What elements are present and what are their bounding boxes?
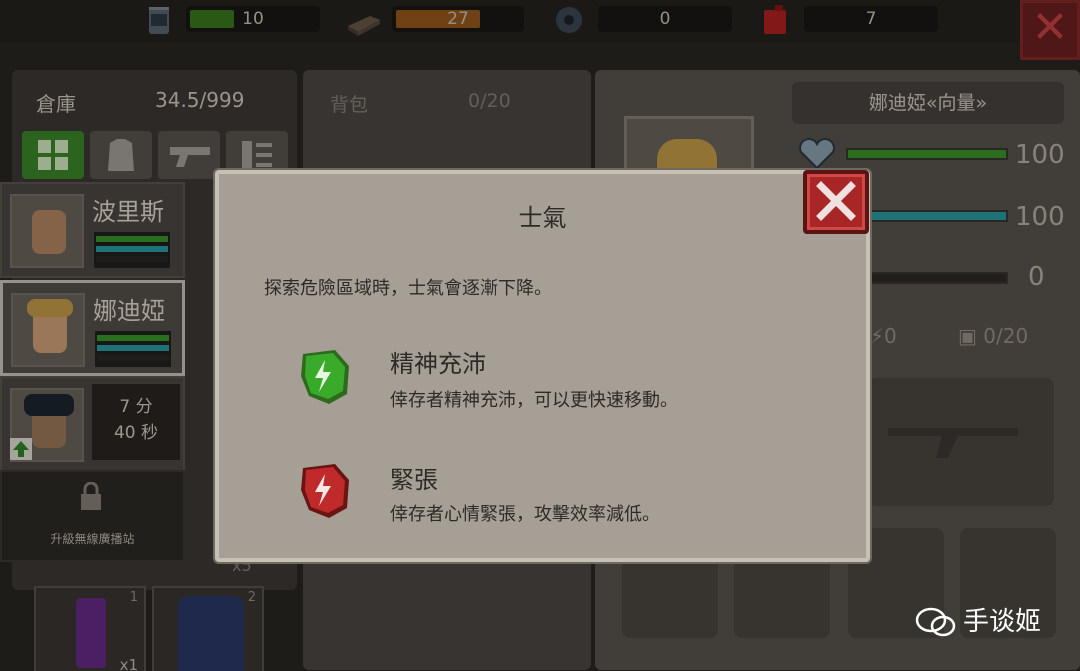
state-desc-nervous: 倖存者心情緊張，攻擊效率減低。: [390, 504, 660, 525]
state-desc-energetic: 倖存者精神充沛，可以更快速移動。: [390, 390, 678, 411]
state-name-energetic: 精神充沛: [390, 350, 486, 378]
dialog-close-button[interactable]: [803, 170, 869, 234]
nervous-icon: [301, 464, 349, 518]
dialog-description: 探索危險區域時，士氣會逐漸下降。: [264, 278, 552, 299]
energetic-icon: [301, 350, 349, 404]
morale-info-dialog: 士氣 探索危險區域時，士氣會逐漸下降。 精神充沛 倖存者精神充沛，可以更快速移動…: [215, 170, 870, 562]
dialog-title: 士氣: [518, 204, 567, 232]
watermark: 手谈姬: [915, 602, 1065, 642]
state-name-nervous: 緊張: [390, 466, 438, 494]
close-icon: [816, 181, 856, 221]
wechat-icon: [915, 607, 956, 637]
watermark-text: 手谈姬: [963, 607, 1042, 637]
